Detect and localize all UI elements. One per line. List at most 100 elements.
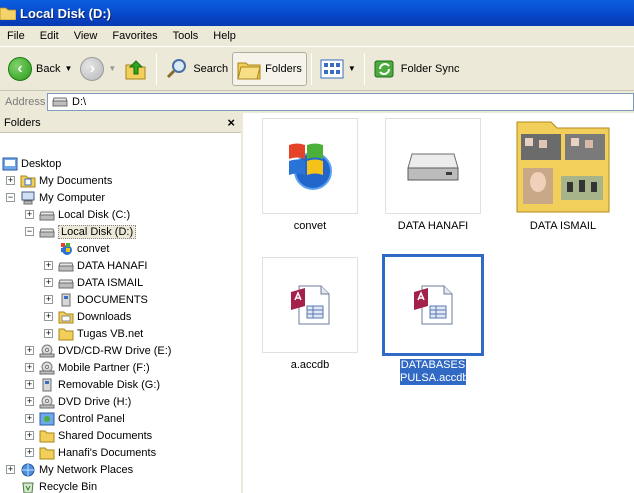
control-panel-icon xyxy=(39,412,55,425)
tree-item-dvd-cd-rw-drive-e[interactable]: DVD/CD-RW Drive (E:) xyxy=(39,342,171,359)
views-dropdown-icon[interactable]: ▼ xyxy=(348,64,356,73)
drive-icon xyxy=(39,228,55,237)
collapse-icon[interactable]: − xyxy=(25,227,34,236)
tree-item-label: Control Panel xyxy=(58,412,125,425)
folders-pane-header: Folders × xyxy=(0,113,241,133)
expand-icon[interactable]: + xyxy=(25,448,34,457)
expand-icon[interactable]: + xyxy=(25,380,34,389)
toolbar: ‹ Back ▼ › ▼ Search Folders ▼ Folder Syn… xyxy=(0,47,634,91)
tree-item-my-computer[interactable]: My Computer xyxy=(20,189,105,206)
access-file-icon xyxy=(414,285,453,325)
computer-icon xyxy=(21,191,35,204)
menu-favorites[interactable]: Favorites xyxy=(105,30,165,42)
file-thumbnail xyxy=(515,118,611,214)
tree-item-label: Shared Documents xyxy=(58,429,153,442)
tree-item-local-disk-c[interactable]: Local Disk (C:) xyxy=(39,206,130,223)
file-view: convet DATA HANAFI DATA ISMAIL a.accdb D… xyxy=(245,113,634,493)
tree-item-label: convet xyxy=(77,242,110,255)
tree-item-label: My Network Places xyxy=(39,463,134,476)
file-item-a-accdb[interactable]: a.accdb xyxy=(250,257,370,372)
views-button[interactable]: ▼ xyxy=(316,52,360,86)
file-item-data-ismail[interactable]: DATA ISMAIL xyxy=(503,118,623,233)
folder-sync-button[interactable]: Folder Sync xyxy=(369,52,464,86)
tree-item-label: Tugas VB.net xyxy=(77,327,144,340)
tree-item-my-network-places[interactable]: My Network Places xyxy=(20,461,133,478)
folders-label: Folders xyxy=(265,62,302,75)
back-arrow-icon: ‹ xyxy=(8,56,32,81)
tree-item-shared-documents[interactable]: Shared Documents xyxy=(39,427,152,444)
tree-item-removable-disk-g[interactable]: Removable Disk (G:) xyxy=(39,376,160,393)
folders-pane: Folders × Desktop + My Documents − My Co… xyxy=(0,113,243,493)
access-file-icon xyxy=(291,285,330,325)
drive-icon xyxy=(52,97,68,107)
tree-item-documents[interactable]: DOCUMENTS xyxy=(58,291,148,308)
tree-item-convet[interactable]: convet xyxy=(58,240,109,257)
file-name: a.accdb xyxy=(290,359,330,371)
back-button[interactable]: ‹ Back ▼ xyxy=(4,52,76,86)
file-item-databases-pulsa-accdb[interactable]: DATABASES PULSA.accdb xyxy=(373,254,493,385)
address-field[interactable]: D:\ xyxy=(47,93,634,111)
expand-icon[interactable]: + xyxy=(44,295,53,304)
expand-icon[interactable]: + xyxy=(25,210,34,219)
expand-icon[interactable]: + xyxy=(44,329,53,338)
tree-item-recycle-bin[interactable]: Recycle Bin xyxy=(20,478,97,493)
tree-item-local-disk-d[interactable]: Local Disk (D:) xyxy=(39,223,137,240)
tree-item-mobile-partner-f[interactable]: Mobile Partner (F:) xyxy=(39,359,150,376)
up-folder-button[interactable] xyxy=(120,52,152,86)
tree-item-label: Mobile Partner (F:) xyxy=(58,361,150,374)
folder-sync-icon xyxy=(374,60,394,77)
folder-icon xyxy=(58,311,74,323)
menu-tools[interactable]: Tools xyxy=(166,30,207,42)
file-item-data-hanafi[interactable]: DATA HANAFI xyxy=(373,118,493,233)
expand-icon[interactable]: + xyxy=(6,176,15,185)
file-name: DATA HANAFI xyxy=(397,220,469,232)
forward-button[interactable]: › ▼ xyxy=(76,52,120,86)
toolbar-separator xyxy=(156,52,158,85)
address-value: D:\ xyxy=(72,96,87,108)
close-icon[interactable]: × xyxy=(227,115,235,130)
tree-item-downloads[interactable]: Downloads xyxy=(58,308,131,325)
menu-help[interactable]: Help xyxy=(206,30,244,42)
tree-item-dvd-drive-h[interactable]: DVD Drive (H:) xyxy=(39,393,131,410)
expand-icon[interactable]: + xyxy=(25,346,34,355)
tree-item-my-documents[interactable]: My Documents xyxy=(20,172,112,189)
collapse-icon[interactable]: − xyxy=(6,193,15,202)
tree-item-control-panel[interactable]: Control Panel xyxy=(39,410,125,427)
expand-icon[interactable]: + xyxy=(44,312,53,321)
tree-item-label: Desktop xyxy=(21,157,62,170)
windows-logo-icon xyxy=(289,143,332,190)
tree-item-label: Local Disk (C:) xyxy=(58,208,131,221)
folders-button[interactable]: Folders xyxy=(232,51,307,86)
menu-file[interactable]: File xyxy=(0,30,33,42)
forward-dropdown-icon[interactable]: ▼ xyxy=(108,64,116,73)
expand-icon[interactable]: + xyxy=(44,261,53,270)
expand-icon[interactable]: + xyxy=(6,465,15,474)
search-button[interactable]: Search xyxy=(161,52,232,86)
file-name: DATA ISMAIL xyxy=(529,220,597,232)
tree-item-tugas-vb-net[interactable]: Tugas VB.net xyxy=(58,325,143,342)
file-thumbnail xyxy=(382,254,484,356)
folder-icon xyxy=(58,328,74,340)
tree-item-label: Removable Disk (G:) xyxy=(58,378,161,391)
expand-icon[interactable]: + xyxy=(44,278,53,287)
folder-sync-label: Folder Sync xyxy=(400,62,460,75)
desktop-icon xyxy=(2,157,18,170)
tree-item-data-ismail[interactable]: DATA ISMAIL xyxy=(58,274,143,291)
back-label: Back xyxy=(36,62,61,75)
menu-edit[interactable]: Edit xyxy=(33,30,67,42)
expand-icon[interactable]: + xyxy=(25,414,34,423)
expand-icon[interactable]: + xyxy=(25,431,34,440)
tree-item-hanafis-documents[interactable]: Hanafi's Documents xyxy=(39,444,156,461)
tree-item-label: Recycle Bin xyxy=(39,480,98,493)
address-bar: Address D:\ xyxy=(0,91,634,113)
back-dropdown-icon[interactable]: ▼ xyxy=(64,64,72,73)
tree-item-label: Downloads xyxy=(77,310,132,323)
expand-icon[interactable]: + xyxy=(25,363,34,372)
menu-view[interactable]: View xyxy=(67,30,106,42)
tree-item-desktop[interactable]: Desktop xyxy=(2,155,61,172)
tree-item-data-hanafi[interactable]: DATA HANAFI xyxy=(58,257,148,274)
address-label: Address xyxy=(5,96,46,108)
folder-icon xyxy=(39,447,55,459)
file-item-convet[interactable]: convet xyxy=(250,118,370,233)
expand-icon[interactable]: + xyxy=(25,397,34,406)
